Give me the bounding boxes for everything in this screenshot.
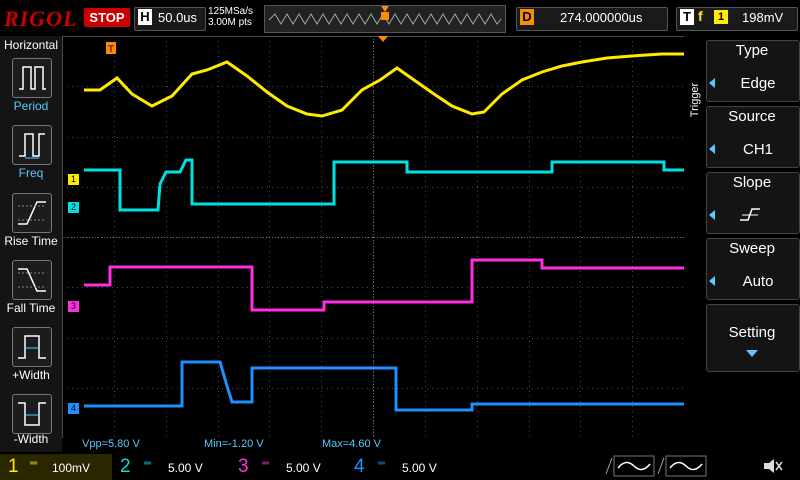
positive-width-label: +Width	[12, 368, 50, 382]
min-measurement: Min=-1.20 V	[204, 438, 264, 450]
svg-text:T: T	[107, 45, 114, 55]
ch3-offset-marker[interactable]: 3	[68, 301, 79, 312]
fall-time-button[interactable]	[12, 260, 52, 300]
sample-rate: 125MSa/s	[208, 6, 254, 17]
screen-center-marker-icon	[378, 36, 388, 42]
ch2-offset-marker[interactable]: 2	[68, 202, 79, 213]
trigger-label: T	[680, 9, 694, 25]
ch1-number[interactable]: 1	[8, 456, 19, 478]
trigger-sweep-title: Sweep	[729, 240, 775, 257]
ch2-trace	[84, 158, 684, 212]
trigger-side-text: Trigger	[689, 82, 701, 117]
chevron-down-icon	[746, 350, 758, 357]
ch2-number[interactable]: 2	[120, 456, 131, 478]
trigger-level-value: 198mV	[742, 10, 784, 25]
trigger-type-value: Edge	[740, 75, 776, 92]
trigger-slope-icon: f	[698, 8, 703, 24]
timebase-label: H	[138, 9, 152, 25]
trigger-setting-label: Setting	[728, 324, 776, 341]
trigger-time-marker-icon[interactable]: T	[106, 42, 118, 56]
vpp-measurement: Vpp=5.80 V	[82, 438, 140, 450]
trigger-menu-side-label: Trigger	[689, 82, 701, 117]
ch2-scale[interactable]: 5.00 V	[168, 461, 203, 475]
fall-time-icon	[18, 268, 46, 292]
negative-width-button[interactable]	[12, 394, 52, 434]
ch3-coupling-icon: ═	[262, 458, 270, 469]
overview-window-marker	[381, 12, 389, 20]
negative-width-icon	[18, 402, 46, 426]
trigger-sweep-value: Auto	[742, 273, 774, 290]
trigger-source-title: Source	[728, 108, 776, 125]
waveform-canvas	[62, 36, 685, 439]
ch1-scale[interactable]: 100mV	[52, 461, 90, 475]
delay-label: D	[520, 9, 534, 25]
waveform-display[interactable]: 1 2 3 4 T	[62, 36, 685, 439]
trigger-type-title: Type	[735, 42, 769, 59]
measurement-bar: Vpp=5.80 V Min=-1.20 V Max=4.60 V	[62, 438, 684, 452]
trigger-source-badge: 1	[714, 10, 728, 24]
delay-value: 274.000000us	[560, 10, 643, 25]
overview-waveform	[268, 6, 502, 25]
trigger-source-value: CH1	[742, 141, 773, 158]
memory-depth: 3.00M pts	[208, 17, 252, 28]
period-button[interactable]	[12, 58, 52, 98]
fall-time-label: Fall Time	[6, 301, 56, 315]
measure-menu-title: Horizontal	[3, 38, 59, 52]
frequency-label: Freq	[18, 166, 44, 180]
rise-time-button[interactable]	[12, 193, 52, 233]
rising-edge-icon	[740, 208, 760, 221]
run-stop-badge[interactable]: STOP	[84, 8, 130, 27]
ch1-coupling-icon: ═	[30, 458, 38, 469]
source-left-arrow-icon	[709, 144, 715, 154]
sound-muted-icon[interactable]	[762, 456, 784, 476]
ch4-trace	[84, 360, 684, 412]
max-measurement: Max=4.60 V	[322, 438, 382, 450]
frequency-icon	[19, 133, 45, 159]
positive-width-icon	[18, 335, 46, 359]
ch4-scale[interactable]: 5.00 V	[402, 461, 437, 475]
ch3-number[interactable]: 3	[238, 456, 249, 478]
ch3-trace	[84, 258, 684, 312]
ch2-coupling-icon: ═	[144, 458, 152, 469]
period-label: Period	[13, 99, 49, 113]
acquisition-info: 125MSa/s 3.00M pts	[208, 6, 253, 28]
ch3-scale[interactable]: 5.00 V	[286, 461, 321, 475]
graticule	[62, 36, 685, 439]
positive-width-button[interactable]	[12, 327, 52, 367]
period-icon	[19, 66, 46, 90]
type-left-arrow-icon	[709, 78, 715, 88]
timebase-value: 50.0us	[158, 10, 198, 25]
overview-trigger-icon	[381, 6, 389, 12]
ch4-number[interactable]: 4	[354, 456, 365, 478]
brand-logo: RIGOL	[4, 6, 78, 31]
trigger-slope-title: Slope	[732, 174, 772, 191]
source2-wave-icon[interactable]	[656, 454, 708, 478]
slope-left-arrow-icon	[709, 210, 715, 220]
source1-wave-icon[interactable]	[604, 454, 656, 478]
ch1-trace	[84, 52, 684, 118]
ch1-offset-marker[interactable]: 1	[68, 174, 79, 185]
rise-time-label: Rise Time	[4, 234, 58, 248]
ch4-coupling-icon: ═	[378, 458, 386, 469]
sweep-left-arrow-icon	[709, 276, 715, 286]
rise-time-icon	[18, 201, 46, 225]
negative-width-label: -Width	[13, 432, 49, 446]
ch4-offset-marker[interactable]: 4	[68, 403, 79, 414]
waveform-overview[interactable]	[264, 5, 506, 33]
frequency-button[interactable]	[12, 125, 52, 165]
